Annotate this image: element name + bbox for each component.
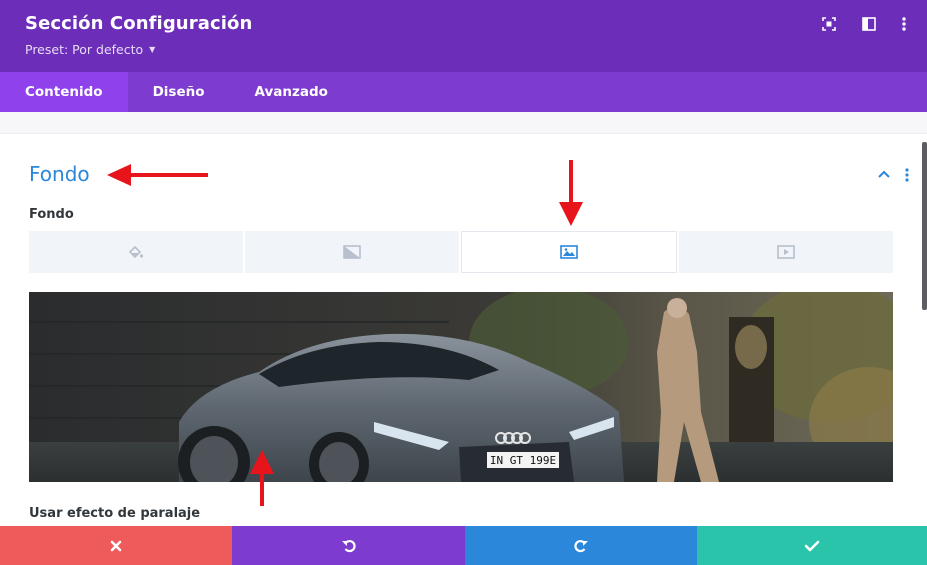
- background-image-preview[interactable]: IN GT 199E: [29, 292, 893, 482]
- save-icon: [804, 540, 820, 551]
- tab-diseno[interactable]: Diseño: [128, 72, 230, 112]
- image-icon: [560, 245, 578, 259]
- annotation-arrow-left-icon: [107, 164, 208, 186]
- gradient-icon: [343, 245, 361, 259]
- settings-header: Sección Configuración Preset: Por defect…: [0, 0, 927, 72]
- preset-dropdown[interactable]: Preset: Por defecto ▼: [25, 42, 155, 57]
- expand-icon[interactable]: [821, 16, 837, 32]
- license-plate-text: IN GT 199E: [490, 454, 556, 467]
- bg-tab-image[interactable]: [461, 231, 677, 273]
- video-icon: [777, 245, 795, 259]
- preset-label: Preset: Por defecto: [25, 42, 144, 57]
- modal-title: Sección Configuración: [25, 13, 253, 34]
- bg-tab-video[interactable]: [679, 231, 893, 273]
- redo-button[interactable]: [465, 526, 697, 565]
- more-vertical-icon[interactable]: [896, 16, 912, 32]
- bg-tab-color[interactable]: [29, 231, 243, 273]
- annotation-arrow-up-icon: [250, 450, 274, 506]
- split-view-icon[interactable]: [861, 16, 877, 32]
- bg-tab-gradient[interactable]: [245, 231, 459, 273]
- undo-icon: [341, 539, 356, 552]
- field-label-parallax: Usar efecto de paralaje: [29, 506, 201, 521]
- action-footer: [0, 526, 927, 565]
- section-title[interactable]: Fondo: [29, 162, 90, 186]
- collapsed-group-strip: [0, 112, 927, 134]
- more-vertical-icon[interactable]: [902, 167, 912, 183]
- tab-contenido[interactable]: Contenido: [0, 72, 128, 112]
- settings-tabs: Contenido Diseño Avanzado: [0, 72, 927, 112]
- undo-button[interactable]: [232, 526, 465, 565]
- scrollbar[interactable]: [922, 142, 927, 310]
- field-label-fondo: Fondo: [29, 207, 74, 222]
- chevron-up-icon[interactable]: [876, 168, 892, 180]
- save-button[interactable]: [697, 526, 927, 565]
- caret-down-icon: ▼: [149, 45, 156, 54]
- background-type-tabs: [29, 231, 893, 273]
- cancel-icon: [110, 540, 122, 551]
- cancel-button[interactable]: [0, 526, 232, 565]
- tab-avanzado[interactable]: Avanzado: [230, 72, 353, 112]
- annotation-arrow-down-icon: [559, 160, 583, 226]
- paint-bucket-icon: [128, 245, 144, 259]
- redo-icon: [574, 539, 588, 552]
